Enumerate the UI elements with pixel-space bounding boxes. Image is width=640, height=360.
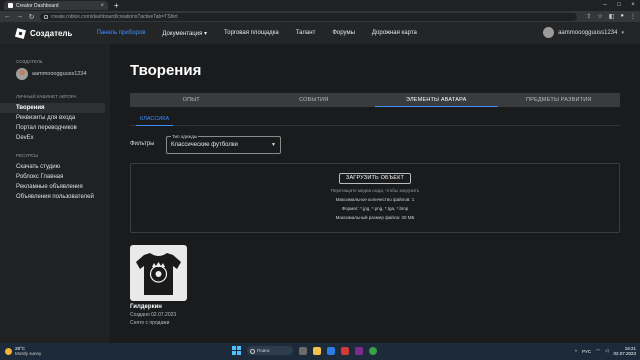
filter-label: Фильтры	[130, 141, 155, 147]
chevron-down-icon: ▾	[204, 30, 208, 37]
share-icon[interactable]: ⇪	[586, 13, 591, 20]
clock-date: 02.07.2023	[613, 351, 636, 356]
creator-topnav: Создатель Панель приборов Документация ▾…	[0, 22, 640, 44]
nav-roadmap[interactable]: Дорожная карта	[372, 30, 417, 37]
close-tab-icon[interactable]: ×	[100, 3, 104, 9]
select-value: Классические футболки	[171, 142, 238, 148]
nav-dashboard[interactable]: Панель приборов	[96, 30, 145, 37]
clock[interactable]: 19:21 02.07.2023	[613, 346, 636, 356]
chrome-icon[interactable]	[369, 346, 377, 355]
creation-status: Снято с продажи	[130, 320, 170, 326]
new-tab-button[interactable]: +	[114, 1, 119, 10]
sun-icon	[5, 347, 12, 355]
upload-hint: Перетащите медиа сюда, чтобы загрузить	[330, 188, 420, 193]
nav-documentation-label: Документация	[162, 30, 203, 37]
roblox-favicon-icon	[8, 3, 13, 8]
browser-tabbar: Creator Dashboard × + – □ ×	[0, 0, 640, 11]
browser-tab[interactable]: Creator Dashboard ×	[4, 1, 108, 10]
sidebar-item-devex[interactable]: DevEx	[0, 133, 110, 143]
sidebar-section-cabinet: ЛИЧНЫЙ КАБИНЕТ АВТОРА	[16, 94, 77, 99]
creation-name: Гилдеркин	[130, 304, 162, 310]
volume-icon[interactable]: ◁	[605, 348, 608, 354]
language-indicator[interactable]: РУС	[582, 349, 591, 354]
nav-talent[interactable]: Талант	[296, 30, 316, 37]
sidebar-section-creator: СОЗДАТЕЛЬ	[16, 59, 43, 64]
tab-development-items[interactable]: ПРЕДМЕТЫ РАЗВИТИЯ	[498, 93, 621, 107]
os-taskbar: 28°C Mostly sunny Поиск ^ РУС ◠ ◁ 19:21 …	[0, 343, 640, 360]
sidebar-item-credentials[interactable]: Реквизиты для входа	[0, 113, 110, 123]
subtab-classic[interactable]: КЛАССИКА	[136, 116, 174, 126]
tab-avatar-items[interactable]: ЭЛЕМЕНТЫ АВАТАРА	[375, 93, 498, 107]
lock-icon	[44, 14, 48, 19]
back-arrow-icon[interactable]: ←	[4, 13, 11, 20]
file-explorer-icon[interactable]	[313, 346, 321, 355]
sidebar-item-user-ads[interactable]: Объявления пользователей	[0, 192, 110, 202]
weather-desc: Mostly sunny	[15, 351, 42, 356]
browser-tab-title: Creator Dashboard	[16, 2, 59, 9]
tshirt-icon	[136, 253, 181, 295]
chevron-down-icon: ▾	[621, 29, 624, 36]
select-legend: Тип одежды	[171, 134, 199, 139]
forward-arrow-icon[interactable]: →	[16, 13, 23, 20]
extensions-icon[interactable]: ◧	[609, 13, 615, 20]
tshirt-thumbnail[interactable]	[130, 245, 187, 301]
window-controls: – □ ×	[598, 0, 640, 11]
sidebar-item-translators[interactable]: Портал переводчиков	[0, 123, 110, 133]
wifi-icon[interactable]: ◠	[596, 348, 600, 354]
profile-icon[interactable]: ●	[620, 13, 624, 20]
sidebar-item-ads[interactable]: Рекламные объявления	[0, 182, 110, 192]
subtab-row: КЛАССИКА	[130, 116, 620, 126]
tab-events[interactable]: СОБЫТИЯ	[253, 93, 376, 107]
creation-tabs: ОПЫТ СОБЫТИЯ ЭЛЕМЕНТЫ АВАТАРА ПРЕДМЕТЫ Р…	[130, 93, 620, 107]
sidebar-user[interactable]: aammooogguuss1234	[0, 68, 110, 80]
menu-icon[interactable]: ⋮	[630, 13, 636, 20]
sidebar: СОЗДАТЕЛЬ aammooogguuss1234 ЛИЧНЫЙ КАБИН…	[0, 44, 110, 343]
main-content: Творения ОПЫТ СОБЫТИЯ ЭЛЕМЕНТЫ АВАТАРА П…	[130, 44, 620, 326]
chevron-down-icon: ▼	[271, 142, 276, 148]
avatar	[543, 27, 555, 38]
filter-row: Фильтры Тип одежды Классические футболки…	[130, 133, 620, 155]
url-text: create.roblox.com/dashboard/creations?ac…	[51, 13, 178, 20]
user-menu[interactable]: aammooogguuss1234 ▾	[543, 27, 624, 38]
sidebar-item-creations[interactable]: Творения	[0, 103, 105, 113]
mail-icon[interactable]	[327, 346, 335, 355]
brand-title: Создатель	[30, 28, 73, 38]
reload-icon[interactable]: ↻	[28, 13, 35, 21]
tab-experiences[interactable]: ОПЫТ	[130, 93, 253, 107]
app-icon[interactable]	[355, 346, 363, 355]
nav-documentation[interactable]: Документация ▾	[162, 30, 207, 37]
app-icon[interactable]	[341, 346, 349, 355]
upload-asset-button[interactable]: ЗАГРУЗИТЬ ОБЪЕКТ	[339, 173, 411, 184]
avatar	[16, 68, 28, 80]
upload-max-files: Максимальное количество файлов: 1	[335, 197, 415, 202]
roblox-logo-icon[interactable]	[14, 27, 27, 39]
clothing-type-select[interactable]: Тип одежды Классические футболки ▼	[166, 134, 281, 154]
maximize-icon[interactable]: □	[612, 0, 626, 11]
address-bar[interactable]: create.roblox.com/dashboard/creations?ac…	[40, 12, 578, 21]
nav-marketplace[interactable]: Торговая площадка	[224, 30, 279, 37]
upload-formats: Формат: *.jpg, *.png, *.tga, *.bmp	[341, 206, 409, 211]
user-name: aammooogguuss1234	[558, 29, 618, 36]
taskbar-search[interactable]: Поиск	[247, 346, 293, 355]
star-icon[interactable]: ☆	[597, 13, 602, 20]
sidebar-username: aammooogguuss1234	[32, 71, 87, 77]
weather-widget[interactable]: 28°C Mostly sunny	[5, 346, 41, 356]
system-tray: ^ РУС ◠ ◁ 19:21 02.07.2023	[575, 346, 636, 356]
tray-chevron-icon[interactable]: ^	[575, 349, 577, 354]
upload-dropzone[interactable]: ЗАГРУЗИТЬ ОБЪЕКТ Перетащите медиа сюда, …	[130, 163, 620, 233]
close-window-icon[interactable]: ×	[626, 0, 640, 11]
browser-toolbar: ← → ↻ create.roblox.com/dashboard/creati…	[0, 11, 640, 22]
creation-card[interactable]: Гилдеркин Создано 02.07.2023 Снято с про…	[130, 245, 187, 326]
sidebar-item-roblox-home[interactable]: Роблокс Главная	[0, 172, 110, 182]
sidebar-item-download-studio[interactable]: Скачать студию	[0, 162, 110, 172]
nav-forums[interactable]: Форумы	[332, 30, 355, 37]
creation-date: Создано 02.07.2023	[130, 312, 177, 318]
upload-max-size: Максимальный размер файла: 20 МБ	[335, 215, 415, 220]
minimize-icon[interactable]: –	[598, 0, 612, 11]
page-title: Творения	[130, 62, 202, 79]
task-view-icon[interactable]	[299, 346, 307, 355]
sidebar-section-resources: РЕСУРСЫ	[16, 153, 39, 158]
windows-start-icon[interactable]	[232, 346, 241, 355]
